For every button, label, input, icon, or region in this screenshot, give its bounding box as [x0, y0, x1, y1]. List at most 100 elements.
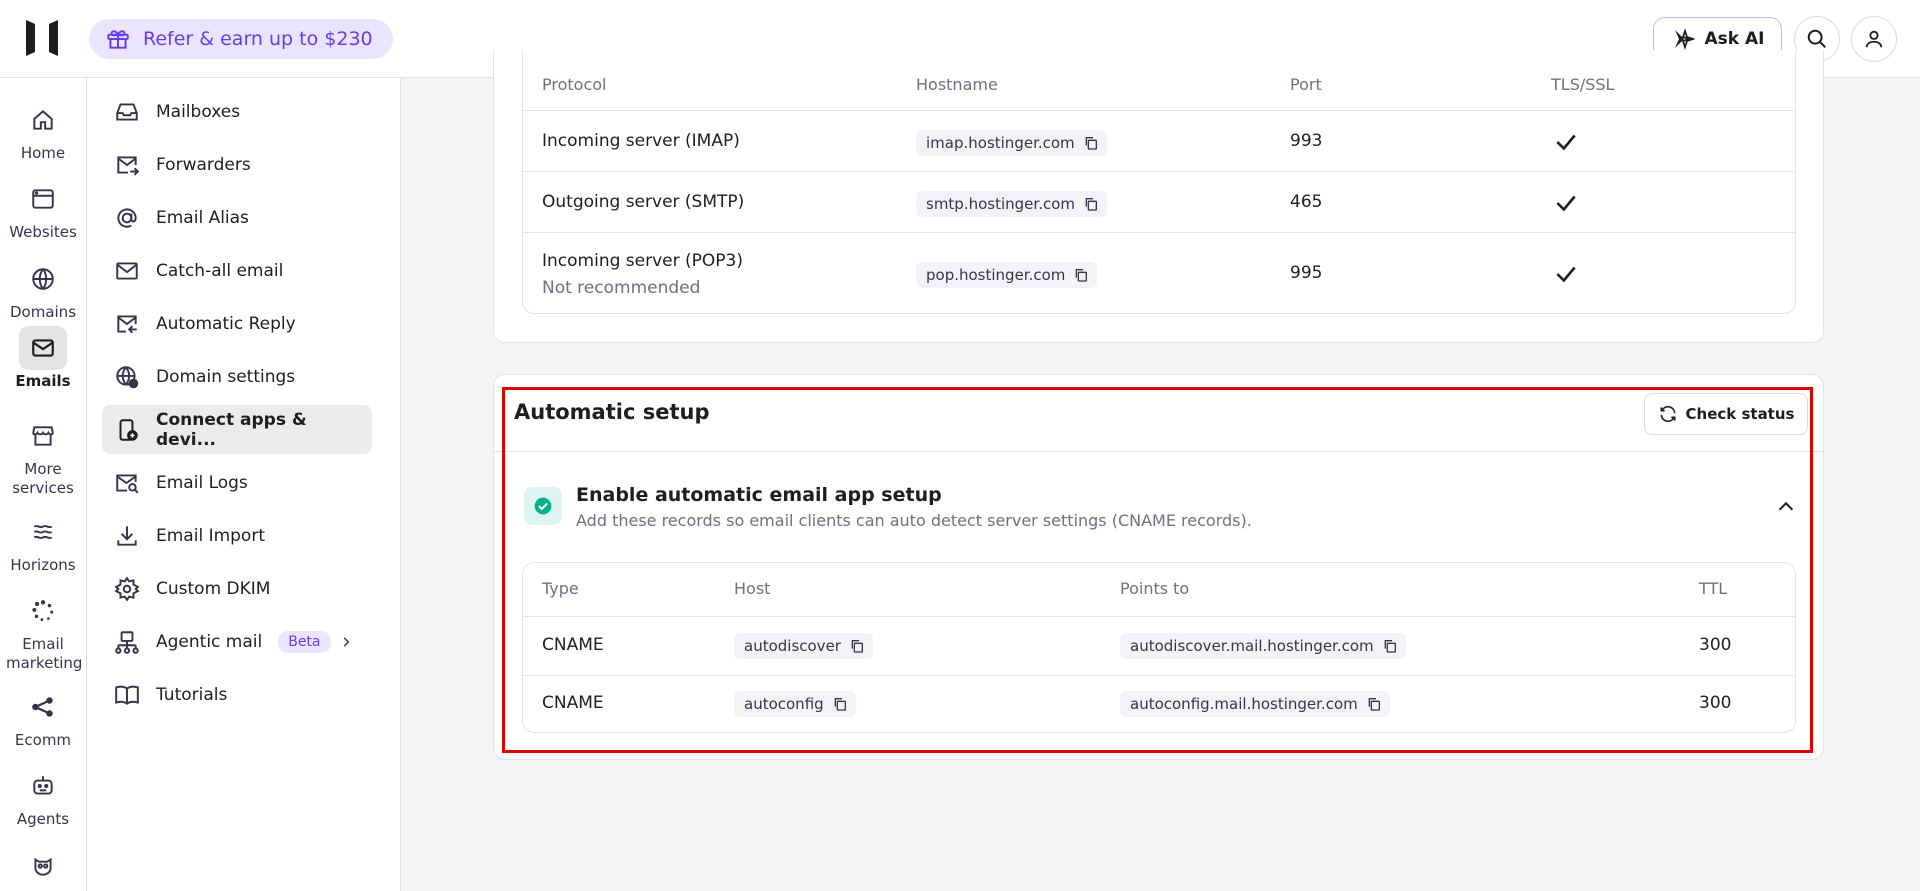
copy-icon[interactable] [849, 638, 865, 654]
copy-icon[interactable] [1083, 135, 1099, 151]
copy-icon[interactable] [832, 696, 848, 712]
subnav-label: Email Logs [156, 472, 248, 493]
rail-item-email-marketing[interactable]: Email marketing [0, 589, 86, 673]
automatic-setup-card: Automatic setup Check status Enable auto… [493, 374, 1824, 760]
copy-icon[interactable] [1073, 267, 1089, 283]
status-badge [524, 487, 562, 525]
rail-label: Ecomm [14, 731, 72, 749]
hostname-chip[interactable]: pop.hostinger.com [916, 262, 1098, 288]
hostname-value: pop.hostinger.com [926, 266, 1066, 284]
subnav-item-tutorials[interactable]: Tutorials [102, 670, 372, 719]
refresh-icon [1660, 405, 1676, 423]
header-protocol: Protocol [542, 75, 607, 94]
rail-item-domains[interactable]: Domains [0, 257, 86, 322]
hostname-chip[interactable]: imap.hostinger.com [916, 130, 1107, 156]
host-value: autodiscover [744, 637, 841, 655]
hostinger-logo[interactable] [24, 18, 60, 58]
checkmark-icon [1556, 195, 1576, 212]
sparkle-icon [1674, 27, 1695, 50]
subnav-label: Custom DKIM [156, 578, 271, 599]
book-icon [115, 685, 139, 705]
subnav-item-forwarders[interactable]: Forwarders [102, 140, 372, 189]
subnav-item-connect-apps[interactable]: Connect apps & devi... [102, 405, 372, 454]
subnav-item-email-import[interactable]: Email Import [102, 511, 372, 560]
chevron-up-icon[interactable] [1775, 496, 1797, 518]
subnav-item-automatic-reply[interactable]: Automatic Reply [102, 299, 372, 348]
user-icon [1865, 30, 1883, 48]
subnav-item-email-alias[interactable]: Email Alias [102, 193, 372, 242]
share-nodes-icon [32, 697, 53, 717]
subnav-item-catch-all[interactable]: Catch-all email [102, 246, 372, 295]
refer-earn-button[interactable]: Refer & earn up to $230 [89, 19, 393, 59]
home-icon [33, 110, 53, 130]
subnav-item-custom-dkim[interactable]: Custom DKIM [102, 564, 372, 613]
points-to-value: autoconfig.mail.hostinger.com [1130, 695, 1358, 713]
beta-badge: Beta [278, 630, 331, 653]
checkmark-icon [1556, 266, 1576, 283]
at-icon [117, 207, 137, 228]
check-circle-icon [534, 497, 552, 515]
rail-item-home[interactable]: Home [0, 98, 86, 163]
type-cell: CNAME [542, 635, 604, 655]
rail-item-partial[interactable] [0, 844, 86, 890]
hostname-chip[interactable]: smtp.hostinger.com [916, 191, 1107, 217]
globe-settings-icon [116, 365, 139, 388]
rail-label: Emails [15, 372, 71, 390]
copy-icon[interactable] [1366, 696, 1382, 712]
subnav-label: Email Import [156, 525, 265, 546]
port-cell: 993 [1290, 131, 1323, 151]
agent-network-icon [115, 630, 139, 654]
subnav-item-domain-settings[interactable]: Domain settings [102, 352, 372, 401]
download-icon [117, 525, 137, 546]
header-points-to: Points to [1120, 579, 1190, 598]
account-button[interactable] [1851, 16, 1897, 62]
rail-item-horizons[interactable]: Horizons [0, 510, 86, 575]
subnav-label: Mailboxes [156, 101, 241, 122]
dots-spinner-icon [32, 600, 54, 622]
cname-records-table: Type Host Points to TTL CNAME autodiscov… [522, 562, 1796, 733]
rail-label: Home [20, 144, 66, 162]
copy-icon[interactable] [1382, 638, 1398, 654]
gear-icon [114, 575, 140, 602]
ttl-cell: 300 [1699, 693, 1732, 713]
waves-icon [33, 525, 53, 539]
check-status-label: Check status [1685, 405, 1795, 423]
rail-item-more-services[interactable]: More services [0, 414, 86, 498]
globe-icon [32, 268, 54, 290]
header-host: Host [734, 579, 771, 598]
subnav-label: Connect apps & devi... [156, 409, 307, 450]
enable-setup-description: Add these records so email clients can a… [576, 511, 1252, 530]
host-chip[interactable]: autoconfig [734, 691, 856, 717]
gift-icon [107, 30, 129, 49]
copy-icon[interactable] [1083, 196, 1099, 212]
hostname-value: imap.hostinger.com [926, 134, 1075, 152]
ttl-cell: 300 [1699, 635, 1732, 655]
enable-setup-title: Enable automatic email app setup [576, 484, 942, 506]
rail-item-agents[interactable]: Agents [0, 764, 86, 829]
server-settings-table: Protocol Hostname Port TLS/SSL Incoming … [522, 50, 1796, 314]
subnav-item-agentic-mail[interactable]: Agentic mail Beta [102, 617, 372, 666]
rail-label: Horizons [10, 556, 76, 574]
browser-icon [32, 189, 54, 209]
points-to-chip[interactable]: autodiscover.mail.hostinger.com [1120, 633, 1406, 659]
subnav-item-mailboxes[interactable]: Mailboxes [102, 87, 372, 136]
subnav-item-email-logs[interactable]: Email Logs [102, 458, 372, 507]
mail-search-icon [116, 473, 139, 493]
email-subnav: Mailboxes Forwarders Email Alias Catch-a… [87, 78, 401, 891]
rail-item-websites[interactable]: Websites [0, 177, 86, 242]
rail-item-emails[interactable]: Emails [0, 326, 86, 391]
subnav-label: Automatic Reply [156, 313, 296, 334]
type-cell: CNAME [542, 693, 604, 713]
inbox-icon [116, 102, 138, 121]
rail-label: More services [12, 460, 74, 497]
owl-icon [34, 857, 52, 876]
rail-item-ecomm[interactable]: Ecomm [0, 685, 86, 750]
check-status-button[interactable]: Check status [1644, 393, 1808, 435]
header-ttl: TTL [1699, 579, 1728, 598]
ask-ai-label: Ask AI [1704, 28, 1765, 49]
protocol-cell: Incoming server (POP3) [542, 251, 743, 271]
header-hostname: Hostname [916, 75, 998, 94]
host-chip[interactable]: autodiscover [734, 633, 873, 659]
automatic-setup-title: Automatic setup [514, 400, 710, 424]
points-to-chip[interactable]: autoconfig.mail.hostinger.com [1120, 691, 1390, 717]
